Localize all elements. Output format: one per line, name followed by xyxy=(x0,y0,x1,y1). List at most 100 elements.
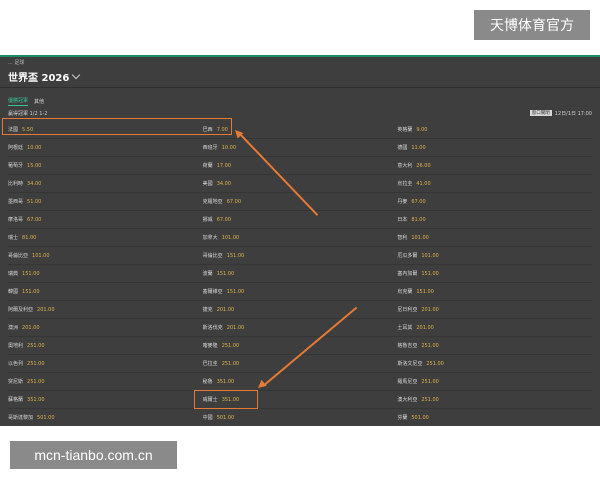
odds-selection[interactable]: 荷蘭 17.00 xyxy=(203,162,398,170)
odds-selection[interactable]: 美國 34.00 xyxy=(203,180,398,188)
odds-value: 81.00 xyxy=(411,216,426,223)
odds-selection[interactable]: 比利時 34.00 xyxy=(8,180,203,188)
team-name: 挪威 xyxy=(202,217,213,223)
odds-selection[interactable]: 瑞士 81.00 xyxy=(8,234,203,242)
watermark-bottom: mcn-tianbo.com.cn xyxy=(10,441,177,469)
odds-selection[interactable]: 尼日利亞 201.00 xyxy=(397,306,592,314)
odds-value: 9.00 xyxy=(416,126,428,133)
odds-selection[interactable]: 智利 101.00 xyxy=(397,234,592,242)
odds-selection[interactable]: 日本 81.00 xyxy=(397,216,592,224)
odds-selection[interactable]: 澳洲 201.00 xyxy=(8,324,203,332)
team-name: 塞內加爾 xyxy=(397,271,418,277)
odds-selection[interactable]: 摩洛哥 67.00 xyxy=(8,216,203,224)
odds-selection[interactable]: 塞爾維亞 151.00 xyxy=(202,288,398,296)
team-name: 秘魯 xyxy=(202,379,213,385)
odds-value: 151.00 xyxy=(416,288,434,295)
odds-selection[interactable]: 挪威 67.00 xyxy=(202,216,398,224)
table-row: 摩洛哥 67.00 挪威 67.00 日本 81.00 xyxy=(8,211,592,229)
team-name: 巴拉圭 xyxy=(202,361,218,367)
odds-selection[interactable]: 加拿大 101.00 xyxy=(202,234,398,242)
odds-selection[interactable]: 奧地利 251.00 xyxy=(8,342,203,350)
odds-value: 201.00 xyxy=(216,306,235,313)
tab-other[interactable]: 其他 xyxy=(34,97,44,106)
market-name: 贏得冠軍 1/2 1-2 xyxy=(8,110,48,117)
odds-selection[interactable]: 喀麥隆 251.00 xyxy=(203,342,398,350)
odds-selection[interactable]: 厄瓜多爾 101.00 xyxy=(397,252,592,260)
odds-value: 501.00 xyxy=(37,414,55,421)
odds-value: 51.00 xyxy=(27,198,42,205)
odds-value: 251.00 xyxy=(421,396,439,403)
odds-value: 201.00 xyxy=(226,324,245,331)
odds-selection[interactable]: 中國 501.00 xyxy=(203,414,398,422)
odds-value: 351.00 xyxy=(27,396,45,403)
team-name: 比利時 xyxy=(8,181,24,187)
odds-selection[interactable]: 阿爾及利亞 201.00 xyxy=(8,306,203,314)
chevron-down-icon[interactable] xyxy=(72,70,81,80)
odds-selection[interactable]: 瑞典 151.00 xyxy=(8,270,203,278)
status-badge: 窗口關閉 xyxy=(529,110,552,116)
odds-value: 101.00 xyxy=(32,252,50,259)
team-name: 西班牙 xyxy=(202,145,218,151)
odds-value: 501.00 xyxy=(411,414,429,421)
team-name: 斯洛文尼亞 xyxy=(397,361,423,367)
odds-selection[interactable]: 巴拉圭 251.00 xyxy=(202,360,398,368)
odds-selection[interactable]: 墨西哥 51.00 xyxy=(8,198,203,206)
table-row: 突尼斯 251.00 秘魯 351.00 羅馬尼亞 251.00 xyxy=(8,373,592,391)
breadcrumb[interactable]: ... 足球 xyxy=(8,59,24,66)
team-name: 塞爾維亞 xyxy=(202,289,223,295)
odds-selection[interactable]: 英格蘭 9.00 xyxy=(397,126,592,134)
odds-selection[interactable]: 捷克 201.00 xyxy=(203,306,398,314)
odds-selection[interactable]: 斯洛伐克 201.00 xyxy=(203,324,398,332)
team-name: 烏拉圭 xyxy=(397,181,413,187)
team-name: 尼日利亞 xyxy=(397,307,418,313)
tab-outright[interactable]: 優勝冠軍 xyxy=(8,96,29,106)
odds-value: 351.00 xyxy=(216,378,235,385)
odds-value: 251.00 xyxy=(421,378,439,385)
odds-value: 251.00 xyxy=(27,378,45,385)
team-name: 哥倫比亞 xyxy=(8,253,29,259)
table-row: 哥斯達黎加 501.00 中國 501.00 芬蘭 501.00 xyxy=(8,409,592,426)
odds-selection[interactable]: 突尼斯 251.00 xyxy=(8,378,203,386)
odds-selection[interactable]: 意大利 26.00 xyxy=(397,162,592,170)
odds-selection[interactable]: 韓國 151.00 xyxy=(8,288,203,296)
odds-selection[interactable]: 阿根廷 10.00 xyxy=(8,144,203,152)
page-title[interactable]: 世界盃 2026 xyxy=(8,69,81,84)
odds-selection[interactable]: 土耳其 201.00 xyxy=(397,324,592,332)
highlight-box-france xyxy=(2,118,232,135)
team-name: 澳大利亞 xyxy=(397,397,418,403)
team-name: 以色列 xyxy=(8,361,24,367)
odds-selection[interactable]: 澳大利亞 251.00 xyxy=(397,396,592,404)
odds-selection[interactable]: 秘魯 351.00 xyxy=(202,378,398,386)
team-name: 加拿大 xyxy=(202,235,218,241)
odds-selection[interactable]: 克羅地亞 67.00 xyxy=(203,198,398,206)
odds-selection[interactable]: 葡萄牙 15.00 xyxy=(8,162,203,170)
team-name: 芬蘭 xyxy=(397,415,408,421)
odds-value: 151.00 xyxy=(421,270,439,277)
odds-selection[interactable]: 芬蘭 501.00 xyxy=(397,414,592,422)
odds-selection[interactable]: 烏拉圭 41.00 xyxy=(397,180,592,188)
team-name: 烏克蘭 xyxy=(397,289,413,295)
odds-selection[interactable]: 哥斯達黎加 501.00 xyxy=(8,414,203,422)
odds-selection[interactable]: 哥倫比亞 101.00 xyxy=(8,252,203,260)
market-time: 12日/1日 17:00 xyxy=(554,110,592,117)
odds-value: 10.00 xyxy=(27,144,42,151)
odds-selection[interactable]: 烏克蘭 151.00 xyxy=(397,288,592,296)
odds-selection[interactable]: 丹麥 67.00 xyxy=(397,198,592,206)
odds-selection[interactable]: 蘇格蘭 351.00 xyxy=(8,396,203,404)
team-name: 瑞典 xyxy=(8,271,19,277)
odds-value: 10.00 xyxy=(221,144,237,151)
table-row: 哥倫比亞 101.00 哥倫比亞 151.00 厄瓜多爾 101.00 xyxy=(8,247,592,265)
odds-selection[interactable]: 以色列 251.00 xyxy=(8,360,203,368)
odds-selection[interactable]: 哥倫比亞 151.00 xyxy=(203,252,398,260)
odds-selection[interactable]: 斯洛文尼亞 251.00 xyxy=(397,360,592,368)
odds-selection[interactable]: 羅馬尼亞 251.00 xyxy=(397,378,592,386)
team-name: 土耳其 xyxy=(397,325,413,331)
odds-value: 501.00 xyxy=(216,414,235,421)
odds-value: 67.00 xyxy=(226,198,242,205)
odds-selection[interactable]: 西班牙 10.00 xyxy=(202,144,398,152)
odds-selection[interactable]: 德國 11.00 xyxy=(397,144,592,152)
odds-selection[interactable]: 塞內加爾 151.00 xyxy=(397,270,592,278)
odds-selection[interactable]: 格魯吉亞 251.00 xyxy=(397,342,592,350)
team-name: 哥斯達黎加 xyxy=(8,415,34,421)
odds-selection[interactable]: 波蘭 151.00 xyxy=(203,270,398,278)
